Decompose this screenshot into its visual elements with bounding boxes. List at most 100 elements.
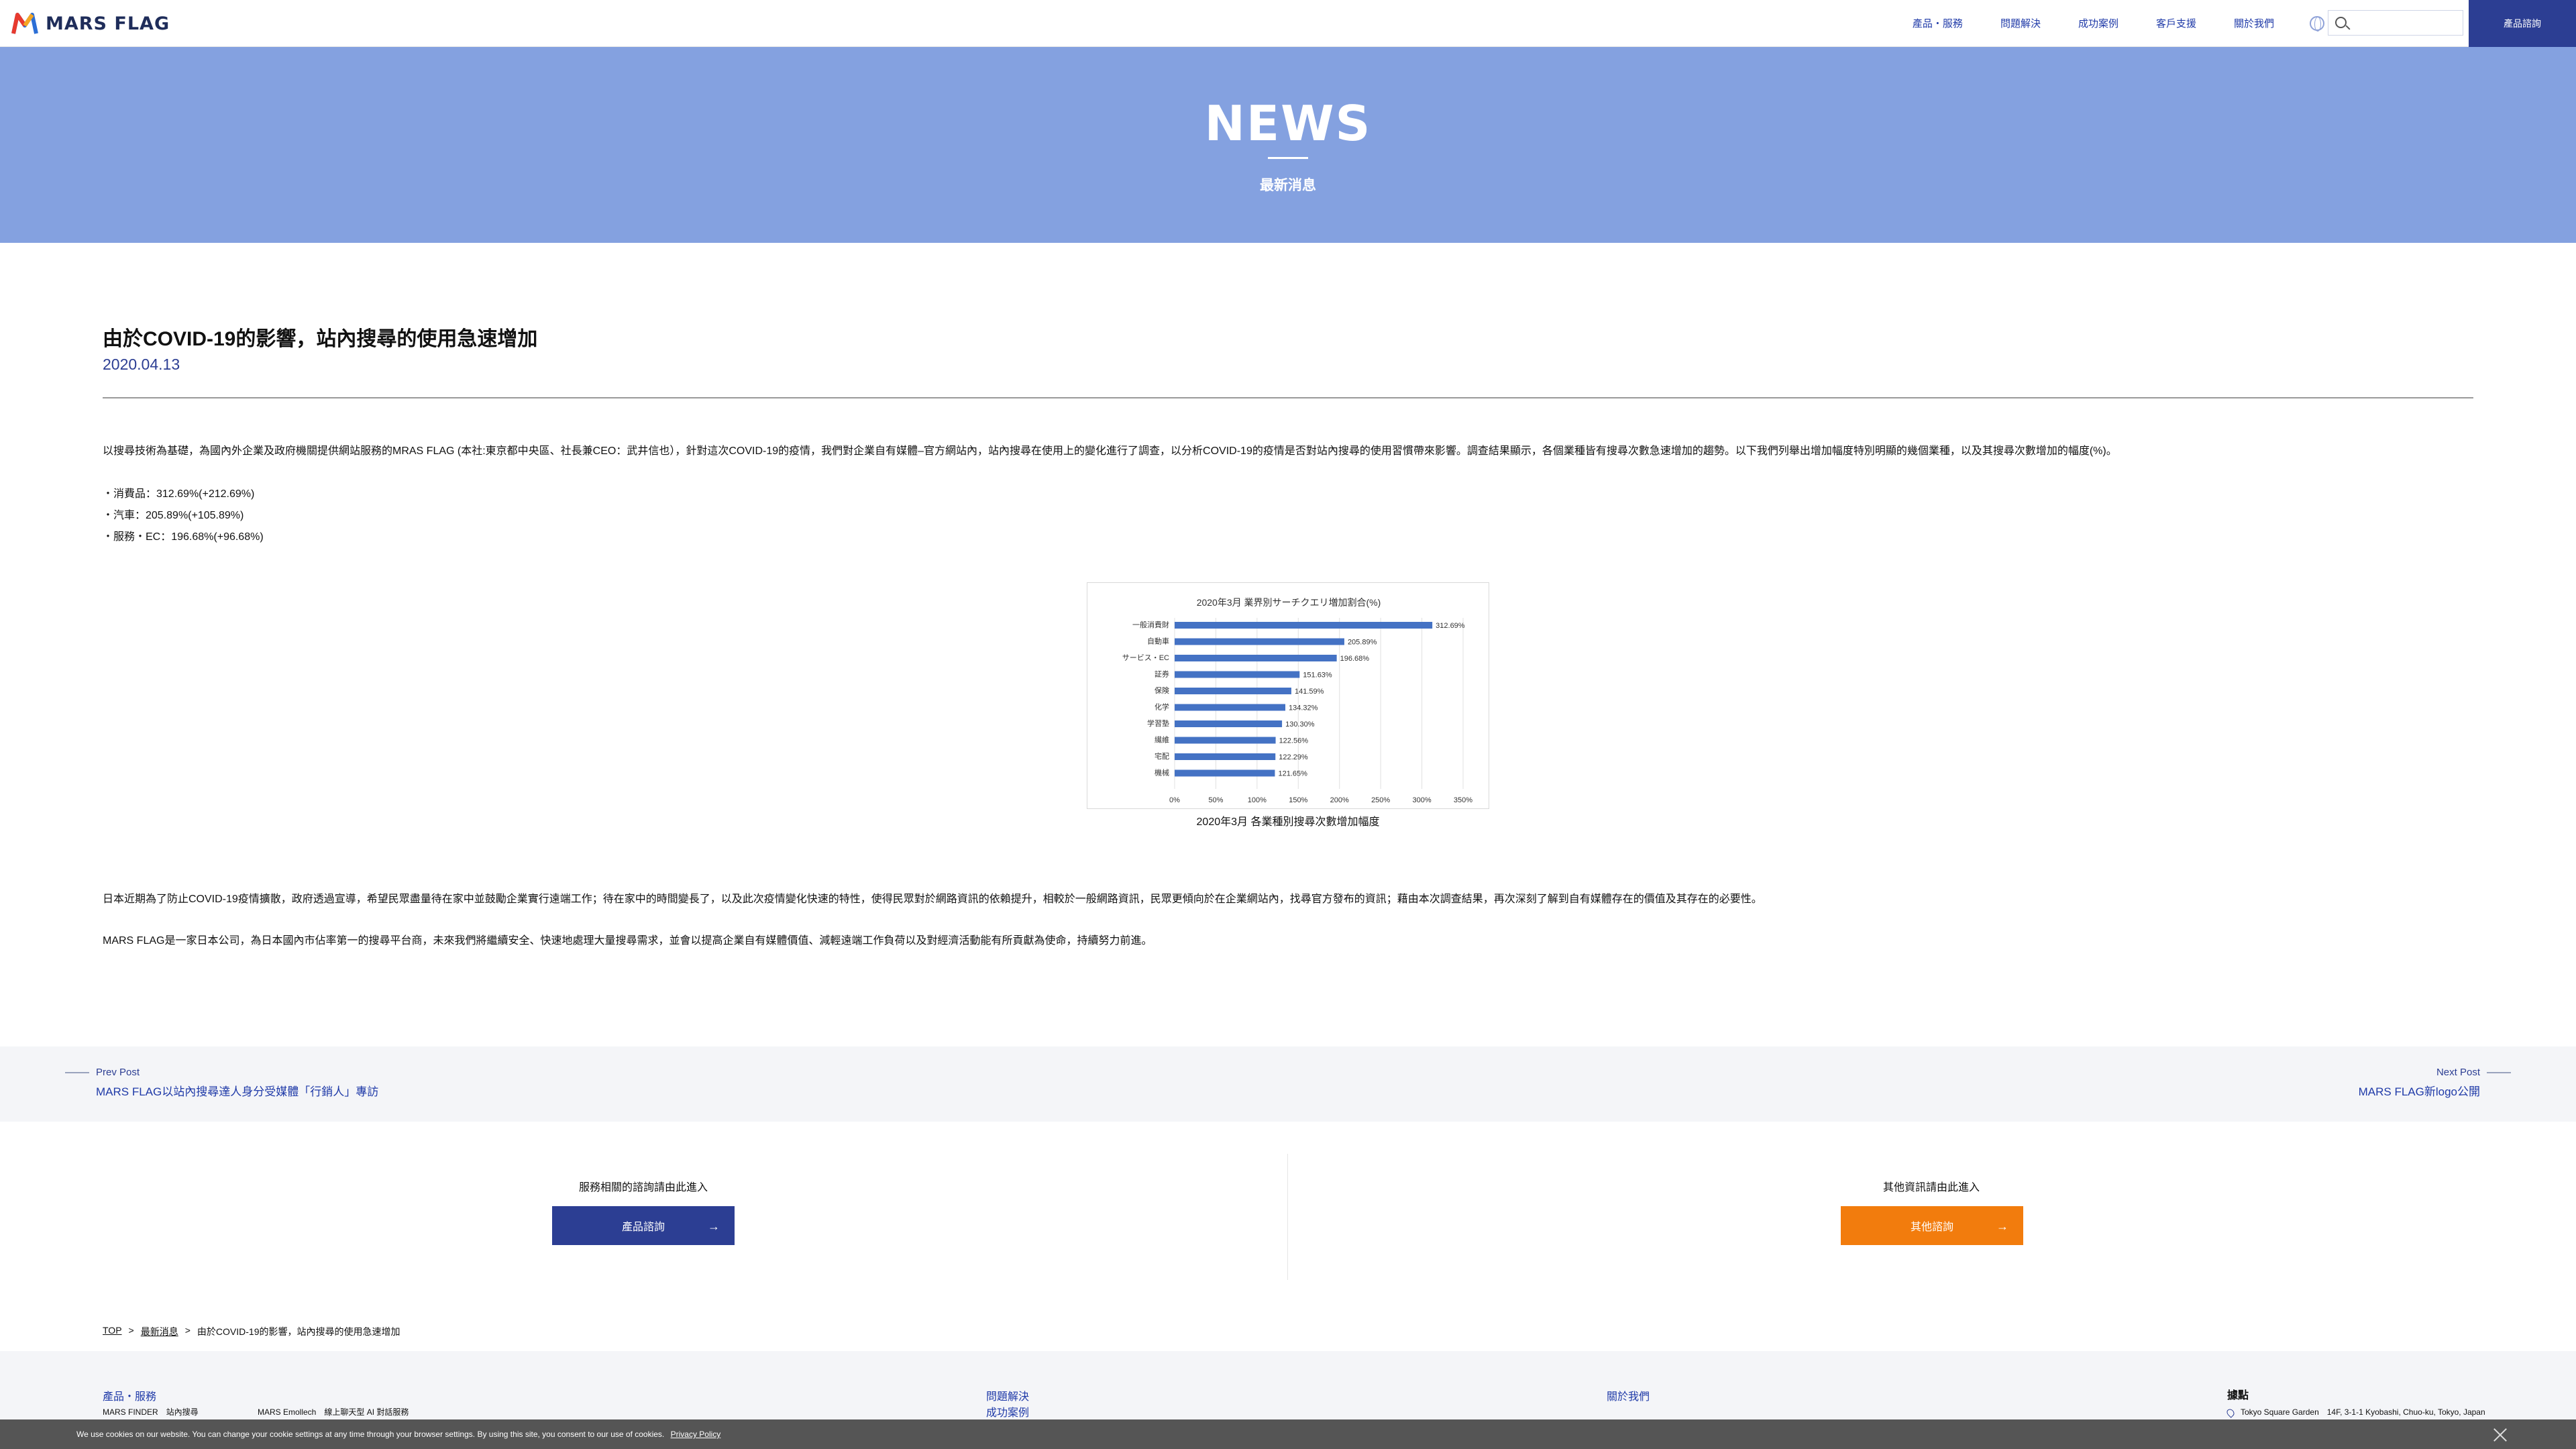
nav-cases[interactable]: 成功案例 [2078, 16, 2118, 30]
data-label: 205.89% [1348, 639, 1377, 647]
prev-post-label: Prev Post [96, 1067, 140, 1078]
globe-icon[interactable] [2310, 16, 2324, 32]
footer-link-mars-emollech[interactable]: MARS Emollech 線上聊天型 AI 對話服務 [258, 1406, 409, 1417]
data-label: 122.56% [1279, 737, 1309, 745]
search-box[interactable] [2328, 10, 2463, 36]
data-label: 196.68% [1340, 655, 1370, 663]
y-category-label: 保険 [1155, 686, 1169, 695]
breadcrumb: TOP > 最新消息 > 由於COVID-19的影響，站內搜尋的使用急速增加 [103, 1325, 400, 1338]
x-tick-label: 0% [1169, 796, 1180, 804]
article-paragraph: 日本近期為了防止COVID-19疫情擴散，政府透過宣導，希望民眾盡量待在家中並鼓… [103, 894, 1762, 905]
bar [1175, 753, 1276, 760]
footer-link-cases[interactable]: 成功案例 [986, 1403, 1029, 1419]
chart-caption: 2020年3月 各業種別搜尋次數增加幅度 [1196, 816, 1380, 828]
arrow-right-icon: → [708, 1220, 720, 1233]
data-label: 122.29% [1279, 753, 1308, 761]
service-inquiry-label: 服務相關的諮詢請由此進入 [578, 1182, 708, 1193]
footer-address-text: Tokyo Square Garden 14F, 3-1-1 Kyobashi,… [2241, 1407, 2485, 1417]
bar [1175, 655, 1337, 661]
footer-link-mars-finder[interactable]: MARS FINDER 站內搜尋 [103, 1406, 199, 1417]
breadcrumb-top[interactable]: TOP [103, 1325, 122, 1338]
search-input[interactable] [2353, 11, 2460, 35]
chart-figure: 2020年3月 業界別サーチクエリ増加割合(%) 0% 50% 100% 150% 200… [1087, 582, 1489, 809]
arrow-right-icon [2487, 1071, 2511, 1073]
button-label: 其他諮詢 [1910, 1222, 1953, 1233]
search-icon[interactable] [2335, 17, 2347, 28]
bar [1175, 704, 1286, 711]
site-header: MARS FLAG 產品・服務 問題解決 成功案例 客戶支援 關於我們 產品諮詢 [0, 0, 2576, 47]
nav-products[interactable]: 產品・服務 [1913, 16, 1963, 30]
y-category-label: サービス・EC [1122, 653, 1169, 662]
bar-chart: 2020年3月 業界別サーチクエリ増加割合(%) 0% 50% 100% 150% 200… [1122, 597, 1473, 804]
y-category-label: 宅配 [1155, 751, 1169, 761]
nav-about[interactable]: 關於我們 [2234, 16, 2274, 30]
article-divider [103, 397, 2473, 398]
cookie-text: We use cookies on our website. You can c… [76, 1430, 665, 1439]
bar [1175, 638, 1344, 645]
nav-support[interactable]: 客戶支援 [2156, 16, 2196, 30]
logo-text: MARS FLAG [46, 13, 170, 34]
article-intro: 以搜尋技術為基礎，為國內外企業及政府機關提供網站服務的MRAS FLAG (本社… [103, 445, 2117, 457]
bar [1175, 688, 1291, 694]
data-label: 312.69% [1436, 622, 1465, 630]
x-tick-label: 300% [1413, 796, 1432, 804]
data-label: 134.32% [1289, 704, 1318, 712]
page-banner: NEWS 最新消息 [0, 47, 2576, 243]
x-tick-label: 100% [1248, 796, 1267, 804]
y-category-label: 化学 [1155, 702, 1169, 712]
other-inquiry-label: 其他資訊請由此進入 [1882, 1182, 1980, 1193]
arrow-left-icon [65, 1071, 89, 1073]
y-category-label: 一般消費財 [1132, 620, 1169, 629]
product-inquiry-cta-button[interactable]: 產品諮詢 → [552, 1206, 735, 1245]
y-category-label: 証券 [1155, 669, 1169, 679]
x-tick-label: 350% [1454, 796, 1472, 804]
next-post-link[interactable]: Next Post MARS FLAG新logo公開 [2359, 1067, 2511, 1099]
data-label: 130.30% [1285, 720, 1315, 729]
other-inquiry-button[interactable]: 其他諮詢 → [1841, 1206, 2023, 1245]
footer-link-solutions[interactable]: 問題解決 [986, 1387, 1029, 1403]
prev-post-title[interactable]: MARS FLAG以站內搜尋達人身分受媒體「行銷人」專訪 [96, 1082, 378, 1099]
post-navigation: Prev Post MARS FLAG以站內搜尋達人身分受媒體「行銷人」專訪 N… [0, 1046, 2576, 1122]
bar [1175, 769, 1275, 777]
x-tick-label: 250% [1371, 796, 1390, 804]
footer-address: Tokyo Square Garden 14F, 3-1-1 Kyobashi,… [2225, 1406, 2485, 1418]
bullet-item: ・服務・EC：196.68%(+96.68%) [103, 531, 264, 543]
product-inquiry-button[interactable]: 產品諮詢 [2469, 0, 2576, 47]
bullet-item: ・消費品：312.69%(+212.69%) [103, 488, 255, 500]
breadcrumb-separator: > [184, 1325, 191, 1336]
logo-mark-icon [11, 13, 38, 34]
close-icon[interactable] [2491, 1426, 2509, 1444]
bar [1175, 671, 1300, 678]
y-category-label: 機械 [1155, 768, 1169, 777]
footer-locations-title: 據點 [2227, 1390, 2249, 1401]
bar [1175, 622, 1433, 629]
chart-title: 2020年3月 業界別サーチクエリ増加割合(%) [1197, 597, 1381, 608]
article-title: 由於COVID-19的影響，站內搜尋的使用急速增加 [103, 328, 538, 350]
next-post-title[interactable]: MARS FLAG新logo公開 [2359, 1082, 2480, 1099]
bullet-item: ・汽車：205.89%(+105.89%) [103, 510, 244, 521]
banner-divider [1268, 157, 1308, 159]
location-pin-icon [2225, 1407, 2236, 1418]
logo[interactable]: MARS FLAG [11, 9, 170, 38]
breadcrumb-current: 由於COVID-19的影響，站內搜尋的使用急速增加 [197, 1326, 400, 1337]
cookie-notice: We use cookies on our website. You can c… [76, 1430, 720, 1439]
bar [1175, 737, 1276, 744]
footer-products-title[interactable]: 產品・服務 [103, 1387, 156, 1403]
main-nav: 產品・服務 問題解決 成功案例 客戶支援 關於我們 [1875, 16, 2274, 30]
footer-link-about[interactable]: 關於我們 [1607, 1387, 1650, 1403]
data-label: 141.59% [1295, 688, 1324, 696]
button-label: 產品諮詢 [621, 1222, 665, 1233]
contact-divider [1287, 1154, 1288, 1280]
breadcrumb-news[interactable]: 最新消息 [141, 1325, 178, 1338]
y-category-label: 自動車 [1147, 637, 1169, 646]
arrow-right-icon: → [1996, 1220, 2008, 1233]
y-category-label: 繊維 [1155, 736, 1169, 745]
article-date: 2020.04.13 [103, 356, 180, 373]
nav-solutions[interactable]: 問題解決 [2000, 16, 2041, 30]
x-tick-label: 150% [1289, 796, 1307, 804]
prev-post-link[interactable]: Prev Post MARS FLAG以站內搜尋達人身分受媒體「行銷人」專訪 [65, 1067, 378, 1099]
bar [1175, 720, 1283, 727]
y-category-label: 学習塾 [1147, 718, 1169, 728]
data-label: 121.65% [1278, 770, 1307, 778]
privacy-policy-link[interactable]: Privacy Policy [671, 1430, 721, 1439]
